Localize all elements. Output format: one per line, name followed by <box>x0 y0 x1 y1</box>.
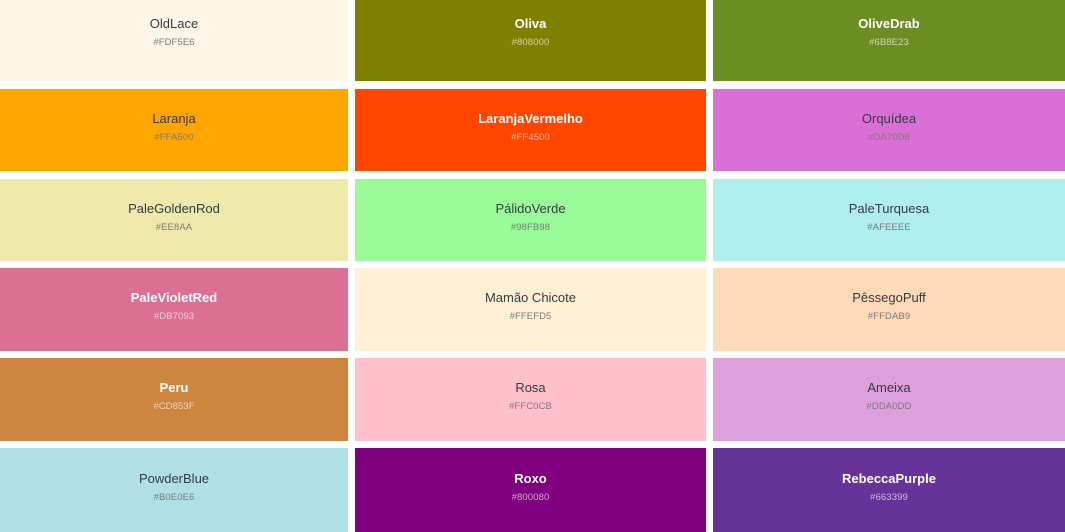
swatch-palevioletred[interactable]: PaleVioletRed #DB7093 <box>0 268 348 351</box>
swatch-hex: #FFC0CB <box>509 401 552 412</box>
swatch-name: PaleGoldenRod <box>128 200 220 216</box>
swatch-hex: #6B8E23 <box>869 37 909 48</box>
swatch-name: RebeccaPurple <box>842 470 936 486</box>
swatch-hex: #DB7093 <box>153 311 195 322</box>
swatch-hex: #FFDAB9 <box>867 311 911 322</box>
swatch-roxo[interactable]: Roxo #800080 <box>355 448 706 532</box>
swatch-orquidea[interactable]: Orquídea #DA70D6 <box>713 89 1065 171</box>
swatch-hex: #808000 <box>511 37 550 48</box>
swatch-laranjavermelho[interactable]: LaranjaVermelho #FF4500 <box>355 89 706 171</box>
swatch-name: Rosa <box>515 380 546 395</box>
swatch-pessegopuff[interactable]: PêssegoPuff #FFDAB9 <box>713 268 1065 351</box>
swatch-name: Orquídea <box>861 110 917 126</box>
swatch-hex: #98FB98 <box>510 221 551 233</box>
swatch-hex: #663399 <box>870 491 908 503</box>
swatch-name: PêssegoPuff <box>852 290 926 305</box>
swatch-rosa[interactable]: Rosa #FFC0CB <box>355 358 706 441</box>
swatch-hex: #FFEFD5 <box>509 311 552 322</box>
swatch-oliva[interactable]: Oliva #808000 <box>355 0 706 81</box>
swatch-hex: #CD853F <box>153 401 195 412</box>
swatch-name: Roxo <box>514 470 547 486</box>
swatch-palidoverde[interactable]: PálidoVerde #98FB98 <box>355 179 706 261</box>
swatch-name: PaleTurquesa <box>848 200 930 216</box>
swatch-name: Ameixa <box>867 380 911 395</box>
swatch-name: PowderBlue <box>138 470 210 486</box>
swatch-hex: #DDA0DD <box>866 401 912 412</box>
swatch-name: OldLace <box>149 16 199 31</box>
swatch-hex: #800080 <box>511 491 550 503</box>
swatch-hex: #EE8AA <box>155 221 193 233</box>
swatch-hex: #FF4500 <box>511 131 550 143</box>
color-swatch-grid: OldLace #FDF5E6 Oliva #808000 OliveDrab … <box>0 0 1065 532</box>
swatch-paleturquesa[interactable]: PaleTurquesa #AFEEEE <box>713 179 1065 261</box>
swatch-olivedrab[interactable]: OliveDrab #6B8E23 <box>713 0 1065 81</box>
swatch-mamao-chicote[interactable]: Mamão Chicote #FFEFD5 <box>355 268 706 351</box>
swatch-hex: #FDF5E6 <box>153 37 195 48</box>
swatch-hex: #B0E0E6 <box>153 491 195 503</box>
swatch-hex: #AFEEEE <box>867 221 911 233</box>
swatch-name: Oliva <box>514 16 547 31</box>
swatch-laranja[interactable]: Laranja #FFA500 <box>0 89 348 171</box>
swatch-palegoldenrod[interactable]: PaleGoldenRod #EE8AA <box>0 179 348 261</box>
swatch-rebeccapurple[interactable]: RebeccaPurple #663399 <box>713 448 1065 532</box>
swatch-hex: #DA70D6 <box>868 131 910 143</box>
swatch-name: PálidoVerde <box>495 200 566 216</box>
swatch-name: Laranja <box>152 110 196 126</box>
swatch-name: OliveDrab <box>858 16 920 31</box>
swatch-name: Peru <box>159 380 189 395</box>
swatch-name: PaleVioletRed <box>130 290 218 305</box>
swatch-oldlace[interactable]: OldLace #FDF5E6 <box>0 0 348 81</box>
swatch-hex: #FFA500 <box>154 131 194 143</box>
swatch-powderblue[interactable]: PowderBlue #B0E0E6 <box>0 448 348 532</box>
swatch-name: Mamão Chicote <box>484 290 577 305</box>
swatch-name: LaranjaVermelho <box>478 110 583 126</box>
swatch-ameixa[interactable]: Ameixa #DDA0DD <box>713 358 1065 441</box>
swatch-peru[interactable]: Peru #CD853F <box>0 358 348 441</box>
